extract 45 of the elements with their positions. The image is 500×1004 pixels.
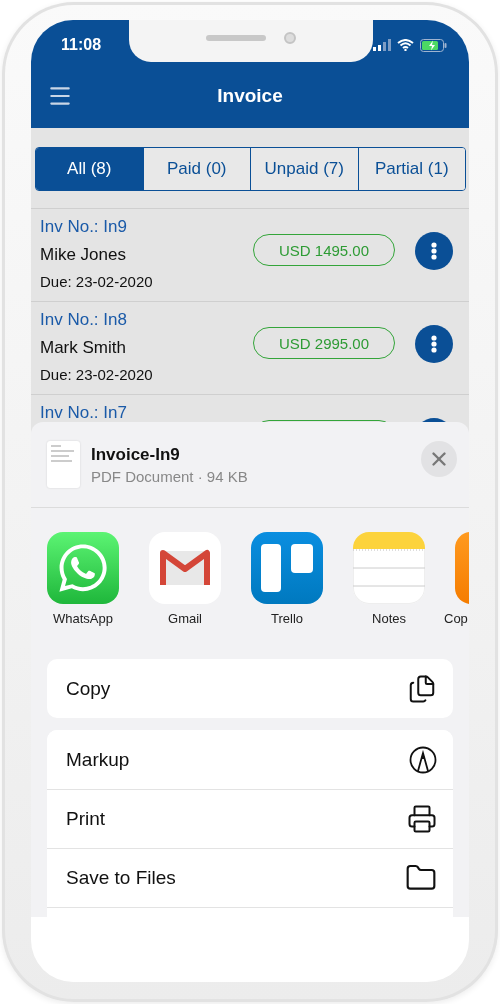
whatsapp-app-icon xyxy=(47,532,119,604)
app-label: WhatsApp xyxy=(53,611,113,626)
more-icon xyxy=(431,335,437,353)
invoice-row[interactable]: Inv No.: In8 Mark Smith Due: 23-02-2020 USD 2995.00 xyxy=(31,302,469,395)
screen-title: Invoice xyxy=(217,85,283,107)
printer-icon xyxy=(407,804,437,834)
invoice-number: Inv No.: In9 xyxy=(40,217,128,237)
speaker-grille xyxy=(206,35,266,41)
share-app[interactable]: WhatsApp xyxy=(47,532,119,626)
filter-tab[interactable]: Partial (1) xyxy=(357,148,465,190)
pen-in-circle-icon xyxy=(409,746,437,774)
notepad-app-icon xyxy=(353,532,425,604)
file-name: Invoice-In9 xyxy=(91,444,181,465)
invoice-number: Inv No.: In8 xyxy=(40,310,128,330)
app-label: Trello xyxy=(271,611,303,626)
share-app[interactable]: Gmail xyxy=(149,532,221,626)
envelope-app-icon xyxy=(149,532,221,604)
signal-icon xyxy=(373,39,391,51)
document-thumbnail xyxy=(47,441,80,488)
status-time: 11:08 xyxy=(61,36,102,54)
camera-icon xyxy=(284,32,296,44)
more-icon xyxy=(431,242,437,260)
customer-name: Mike Jones xyxy=(40,245,127,265)
invoice-row[interactable]: Inv No.: In9 Mike Jones Due: 23-02-2020 USD 1495.00 xyxy=(31,209,469,302)
invoice-number: Inv No.: In7 xyxy=(40,403,128,423)
filter-tab[interactable]: Unpaid (7) xyxy=(250,148,358,190)
wifi-icon xyxy=(397,39,414,51)
board-app-icon xyxy=(251,532,323,604)
filter-tab[interactable]: Paid (0) xyxy=(142,148,250,190)
filter-tab[interactable]: All (8) xyxy=(36,148,143,190)
share-app[interactable]: Cop xyxy=(444,532,469,626)
file-details: PDF Document · 94 KB xyxy=(91,467,249,485)
battery-charging-icon xyxy=(420,38,447,52)
app-label: Notes xyxy=(372,611,406,626)
due-date: Due: 23-02-2020 xyxy=(40,366,154,383)
share-app[interactable]: Trello xyxy=(251,532,323,626)
more-options-button[interactable] xyxy=(415,325,453,363)
customer-name: Mark Smith xyxy=(40,338,127,358)
app-label: Cop xyxy=(444,611,468,626)
due-date: Due: 23-02-2020 xyxy=(40,273,154,290)
more-options-button[interactable] xyxy=(415,232,453,270)
copy-icon xyxy=(407,674,437,704)
share-app[interactable]: Notes xyxy=(353,532,425,626)
close-button[interactable] xyxy=(421,440,457,477)
app-label: Gmail xyxy=(168,611,202,626)
